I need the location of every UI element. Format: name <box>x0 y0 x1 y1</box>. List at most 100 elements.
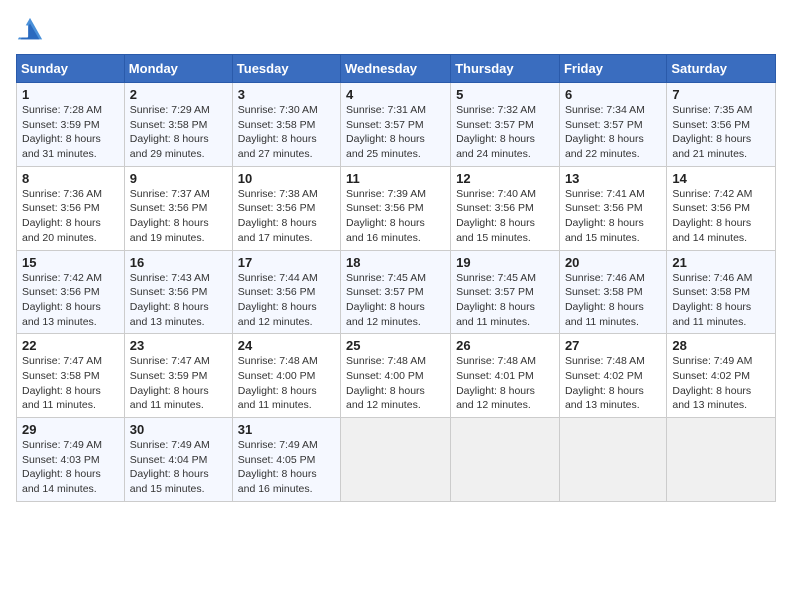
day-info: Sunrise: 7:49 AM Sunset: 4:04 PM Dayligh… <box>130 438 227 497</box>
day-info: Sunrise: 7:38 AM Sunset: 3:56 PM Dayligh… <box>238 187 335 246</box>
day-info: Sunrise: 7:37 AM Sunset: 3:56 PM Dayligh… <box>130 187 227 246</box>
day-info: Sunrise: 7:32 AM Sunset: 3:57 PM Dayligh… <box>456 103 554 162</box>
day-number: 11 <box>346 171 445 186</box>
calendar-cell <box>667 418 776 502</box>
day-number: 9 <box>130 171 227 186</box>
day-info: Sunrise: 7:48 AM Sunset: 4:00 PM Dayligh… <box>346 354 445 413</box>
day-info: Sunrise: 7:28 AM Sunset: 3:59 PM Dayligh… <box>22 103 119 162</box>
calendar-cell: 27Sunrise: 7:48 AM Sunset: 4:02 PM Dayli… <box>559 334 666 418</box>
day-info: Sunrise: 7:48 AM Sunset: 4:00 PM Dayligh… <box>238 354 335 413</box>
day-number: 8 <box>22 171 119 186</box>
calendar-cell: 21Sunrise: 7:46 AM Sunset: 3:58 PM Dayli… <box>667 250 776 334</box>
day-number: 29 <box>22 422 119 437</box>
day-info: Sunrise: 7:46 AM Sunset: 3:58 PM Dayligh… <box>672 271 770 330</box>
day-info: Sunrise: 7:44 AM Sunset: 3:56 PM Dayligh… <box>238 271 335 330</box>
day-number: 1 <box>22 87 119 102</box>
day-number: 27 <box>565 338 661 353</box>
calendar-cell: 9Sunrise: 7:37 AM Sunset: 3:56 PM Daylig… <box>124 166 232 250</box>
day-number: 21 <box>672 255 770 270</box>
weekday-header-tuesday: Tuesday <box>232 55 340 83</box>
calendar-cell: 5Sunrise: 7:32 AM Sunset: 3:57 PM Daylig… <box>451 83 560 167</box>
calendar-cell <box>341 418 451 502</box>
calendar-cell: 31Sunrise: 7:49 AM Sunset: 4:05 PM Dayli… <box>232 418 340 502</box>
calendar-cell: 19Sunrise: 7:45 AM Sunset: 3:57 PM Dayli… <box>451 250 560 334</box>
day-info: Sunrise: 7:47 AM Sunset: 3:59 PM Dayligh… <box>130 354 227 413</box>
calendar-cell: 2Sunrise: 7:29 AM Sunset: 3:58 PM Daylig… <box>124 83 232 167</box>
calendar-cell: 22Sunrise: 7:47 AM Sunset: 3:58 PM Dayli… <box>17 334 125 418</box>
calendar-cell: 10Sunrise: 7:38 AM Sunset: 3:56 PM Dayli… <box>232 166 340 250</box>
calendar-cell: 25Sunrise: 7:48 AM Sunset: 4:00 PM Dayli… <box>341 334 451 418</box>
calendar-cell: 20Sunrise: 7:46 AM Sunset: 3:58 PM Dayli… <box>559 250 666 334</box>
logo-icon <box>16 16 44 44</box>
day-info: Sunrise: 7:49 AM Sunset: 4:05 PM Dayligh… <box>238 438 335 497</box>
day-info: Sunrise: 7:31 AM Sunset: 3:57 PM Dayligh… <box>346 103 445 162</box>
day-number: 30 <box>130 422 227 437</box>
day-number: 16 <box>130 255 227 270</box>
day-number: 23 <box>130 338 227 353</box>
logo <box>16 16 48 44</box>
day-info: Sunrise: 7:48 AM Sunset: 4:02 PM Dayligh… <box>565 354 661 413</box>
day-info: Sunrise: 7:48 AM Sunset: 4:01 PM Dayligh… <box>456 354 554 413</box>
weekday-header-sunday: Sunday <box>17 55 125 83</box>
day-number: 19 <box>456 255 554 270</box>
day-number: 24 <box>238 338 335 353</box>
weekday-header-monday: Monday <box>124 55 232 83</box>
day-number: 6 <box>565 87 661 102</box>
calendar-cell: 1Sunrise: 7:28 AM Sunset: 3:59 PM Daylig… <box>17 83 125 167</box>
day-info: Sunrise: 7:35 AM Sunset: 3:56 PM Dayligh… <box>672 103 770 162</box>
day-info: Sunrise: 7:41 AM Sunset: 3:56 PM Dayligh… <box>565 187 661 246</box>
day-number: 5 <box>456 87 554 102</box>
calendar-cell: 7Sunrise: 7:35 AM Sunset: 3:56 PM Daylig… <box>667 83 776 167</box>
calendar-header: SundayMondayTuesdayWednesdayThursdayFrid… <box>17 55 776 83</box>
day-number: 28 <box>672 338 770 353</box>
calendar-cell: 29Sunrise: 7:49 AM Sunset: 4:03 PM Dayli… <box>17 418 125 502</box>
weekday-header-thursday: Thursday <box>451 55 560 83</box>
weekday-header-wednesday: Wednesday <box>341 55 451 83</box>
day-number: 7 <box>672 87 770 102</box>
calendar-cell: 12Sunrise: 7:40 AM Sunset: 3:56 PM Dayli… <box>451 166 560 250</box>
calendar-cell: 16Sunrise: 7:43 AM Sunset: 3:56 PM Dayli… <box>124 250 232 334</box>
weekday-header-friday: Friday <box>559 55 666 83</box>
calendar-cell: 15Sunrise: 7:42 AM Sunset: 3:56 PM Dayli… <box>17 250 125 334</box>
calendar-cell <box>559 418 666 502</box>
day-info: Sunrise: 7:30 AM Sunset: 3:58 PM Dayligh… <box>238 103 335 162</box>
calendar-cell: 6Sunrise: 7:34 AM Sunset: 3:57 PM Daylig… <box>559 83 666 167</box>
day-number: 31 <box>238 422 335 437</box>
calendar-cell: 13Sunrise: 7:41 AM Sunset: 3:56 PM Dayli… <box>559 166 666 250</box>
calendar-cell: 28Sunrise: 7:49 AM Sunset: 4:02 PM Dayli… <box>667 334 776 418</box>
calendar-cell: 11Sunrise: 7:39 AM Sunset: 3:56 PM Dayli… <box>341 166 451 250</box>
calendar-cell: 17Sunrise: 7:44 AM Sunset: 3:56 PM Dayli… <box>232 250 340 334</box>
day-number: 22 <box>22 338 119 353</box>
day-number: 14 <box>672 171 770 186</box>
day-info: Sunrise: 7:39 AM Sunset: 3:56 PM Dayligh… <box>346 187 445 246</box>
calendar-cell: 4Sunrise: 7:31 AM Sunset: 3:57 PM Daylig… <box>341 83 451 167</box>
calendar-cell <box>451 418 560 502</box>
day-number: 4 <box>346 87 445 102</box>
day-info: Sunrise: 7:47 AM Sunset: 3:58 PM Dayligh… <box>22 354 119 413</box>
day-number: 25 <box>346 338 445 353</box>
day-info: Sunrise: 7:42 AM Sunset: 3:56 PM Dayligh… <box>22 271 119 330</box>
calendar-cell: 14Sunrise: 7:42 AM Sunset: 3:56 PM Dayli… <box>667 166 776 250</box>
calendar-cell: 23Sunrise: 7:47 AM Sunset: 3:59 PM Dayli… <box>124 334 232 418</box>
weekday-header-saturday: Saturday <box>667 55 776 83</box>
day-info: Sunrise: 7:45 AM Sunset: 3:57 PM Dayligh… <box>456 271 554 330</box>
day-number: 26 <box>456 338 554 353</box>
day-info: Sunrise: 7:40 AM Sunset: 3:56 PM Dayligh… <box>456 187 554 246</box>
day-info: Sunrise: 7:49 AM Sunset: 4:03 PM Dayligh… <box>22 438 119 497</box>
day-number: 18 <box>346 255 445 270</box>
calendar-table: SundayMondayTuesdayWednesdayThursdayFrid… <box>16 54 776 502</box>
day-number: 10 <box>238 171 335 186</box>
calendar-cell: 3Sunrise: 7:30 AM Sunset: 3:58 PM Daylig… <box>232 83 340 167</box>
day-info: Sunrise: 7:46 AM Sunset: 3:58 PM Dayligh… <box>565 271 661 330</box>
page-header <box>16 16 776 44</box>
calendar-cell: 18Sunrise: 7:45 AM Sunset: 3:57 PM Dayli… <box>341 250 451 334</box>
day-number: 17 <box>238 255 335 270</box>
day-info: Sunrise: 7:45 AM Sunset: 3:57 PM Dayligh… <box>346 271 445 330</box>
day-info: Sunrise: 7:29 AM Sunset: 3:58 PM Dayligh… <box>130 103 227 162</box>
day-number: 20 <box>565 255 661 270</box>
day-number: 13 <box>565 171 661 186</box>
calendar-cell: 26Sunrise: 7:48 AM Sunset: 4:01 PM Dayli… <box>451 334 560 418</box>
day-number: 12 <box>456 171 554 186</box>
calendar-cell: 24Sunrise: 7:48 AM Sunset: 4:00 PM Dayli… <box>232 334 340 418</box>
day-info: Sunrise: 7:34 AM Sunset: 3:57 PM Dayligh… <box>565 103 661 162</box>
